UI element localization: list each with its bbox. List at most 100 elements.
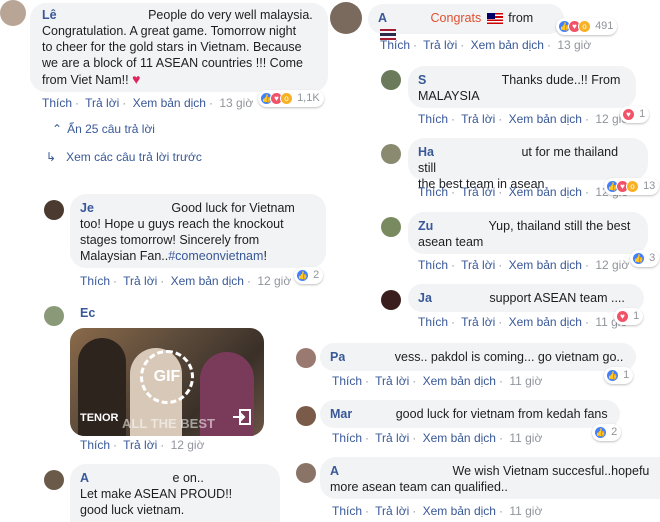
avatar[interactable] — [381, 290, 401, 310]
reply-author[interactable]: Ja — [418, 291, 432, 305]
previous-replies-link[interactable]: ↳ Xem các câu trả lời trước — [46, 150, 202, 164]
translate-link[interactable]: Xem bản dịch — [171, 274, 244, 288]
avatar[interactable] — [296, 406, 316, 426]
reply-bubble: A. We wish Vietnam succesful..hopefu mor… — [320, 457, 660, 499]
timestamp[interactable]: 13 giờ — [557, 38, 591, 52]
reply-link[interactable]: Trả lời — [461, 258, 495, 272]
reply-author[interactable]: Zu — [418, 219, 433, 233]
timestamp[interactable]: 12 giờ — [257, 274, 291, 288]
reply-author[interactable]: S — [418, 73, 426, 87]
reply-link[interactable]: Trả lời — [123, 274, 157, 288]
reaction-summary[interactable]: 👍 ♥ o 13 — [604, 178, 660, 195]
like-link[interactable]: Thích — [418, 315, 448, 329]
comment-text: Congratulation. A great game. Tomorrow n… — [42, 24, 297, 38]
like-link[interactable]: Thích — [418, 185, 448, 199]
comment-author[interactable]: Lê — [42, 8, 57, 22]
comment-actions: Thích · Trả lời · Xem bản dịch · 13 giờ — [380, 38, 592, 52]
like-link[interactable]: Thích — [418, 258, 448, 272]
like-link[interactable]: Thích — [332, 504, 362, 518]
hashtag-link[interactable]: #comeonvietnam — [168, 249, 263, 263]
haha-reaction-icon: o — [578, 19, 591, 33]
like-link[interactable]: Thích — [80, 438, 110, 452]
avatar[interactable] — [381, 217, 401, 237]
avatar[interactable] — [44, 306, 64, 326]
reply-author[interactable]: Je — [80, 201, 94, 215]
reaction-summary[interactable]: 👍 1 — [604, 367, 634, 384]
comment-text: to cheer for the gold stars in Vietnam. … — [42, 40, 302, 54]
reaction-summary[interactable]: 👍 2 — [592, 424, 622, 441]
avatar[interactable] — [381, 70, 401, 90]
reaction-summary[interactable]: ♥ 1 — [614, 308, 644, 325]
reply-author[interactable]: Ec — [80, 306, 95, 320]
translate-link[interactable]: Xem bản dịch — [423, 374, 496, 388]
comment-text: from Viet Nam!! — [42, 73, 129, 87]
avatar[interactable] — [0, 0, 26, 26]
translate-link[interactable]: Xem bản dịch — [509, 258, 582, 272]
like-link[interactable]: Thích — [42, 96, 72, 110]
reply-author[interactable]: A — [330, 464, 339, 478]
reply-link[interactable]: Trả lời — [461, 112, 495, 126]
reply-link[interactable]: Trả lời — [85, 96, 119, 110]
reply-link[interactable]: Trả lời — [375, 431, 409, 445]
reply-arrow-icon: ↳ — [46, 150, 57, 164]
translate-link[interactable]: Xem bản dịch — [509, 315, 582, 329]
gif-attachment[interactable]: GIF ALL THE BEST TENOR — [70, 328, 264, 436]
timestamp[interactable]: 12 giờ — [595, 258, 629, 272]
translate-link[interactable]: Xem bản dịch — [133, 96, 206, 110]
reply-author[interactable]: Mar — [330, 407, 352, 421]
reply-text: Let make ASEAN PROUD!! — [80, 487, 233, 501]
reply-author[interactable]: Pa — [330, 350, 345, 364]
like-link[interactable]: Thích — [80, 274, 110, 288]
like-link[interactable]: Thích — [332, 431, 362, 445]
reply-text: stages tomorrow! Sincerely from — [80, 233, 260, 247]
reply-author[interactable]: Ha — [418, 145, 434, 159]
reaction-summary[interactable]: 👍 2 — [294, 267, 324, 284]
translate-link[interactable]: Xem bản dịch — [509, 185, 582, 199]
timestamp[interactable]: 11 giờ — [509, 431, 542, 445]
avatar[interactable] — [44, 470, 64, 490]
reply-actions: Thích · Trả lời · 12 giờ — [80, 438, 205, 452]
translate-link[interactable]: Xem bản dịch — [471, 38, 544, 52]
timestamp[interactable]: 11 giờ — [509, 504, 542, 518]
reaction-count: 3 — [649, 252, 656, 264]
like-link[interactable]: Thích — [332, 374, 362, 388]
reaction-summary[interactable]: 👍 ♥ o 491 — [556, 18, 618, 35]
gif-label: GIF — [153, 368, 181, 385]
reaction-summary[interactable]: 👍 3 — [630, 250, 660, 267]
reply-link[interactable]: Trả lời — [375, 374, 409, 388]
comment-author[interactable]: A — [378, 11, 387, 25]
translate-link[interactable]: Xem bản dịch — [423, 431, 496, 445]
avatar[interactable] — [44, 200, 64, 220]
reaction-summary[interactable]: 👍 ♥ o 1,1K — [258, 90, 324, 107]
comment-bubble: A. Congrats from — [368, 4, 564, 41]
translate-link[interactable]: Xem bản dịch — [509, 112, 582, 126]
reply-author[interactable]: A — [80, 471, 89, 485]
reply-link[interactable]: Trả lời — [423, 38, 457, 52]
reply-text: ! — [263, 249, 267, 263]
reply-link[interactable]: Trả lời — [461, 185, 495, 199]
avatar[interactable] — [296, 463, 316, 483]
reaction-count: 1 — [633, 310, 640, 322]
avatar[interactable] — [330, 2, 362, 34]
avatar[interactable] — [296, 348, 316, 368]
reply-link[interactable]: Trả lời — [461, 315, 495, 329]
comment-text: People do very well malaysia. — [148, 8, 313, 22]
hide-replies-link[interactable]: ⌃ Ẩn 25 câu trả lời — [52, 122, 155, 136]
reaction-count: 13 — [643, 180, 656, 192]
wow-reaction-icon: o — [280, 91, 293, 105]
timestamp[interactable]: 11 giờ — [509, 374, 542, 388]
reply-link[interactable]: Trả lời — [375, 504, 409, 518]
like-link[interactable]: Thích — [418, 112, 448, 126]
reaction-summary[interactable]: ♥ 1 — [620, 106, 650, 123]
translate-link[interactable]: Xem bản dịch — [423, 504, 496, 518]
reply-link[interactable]: Trả lời — [123, 438, 157, 452]
reaction-count: 2 — [611, 426, 618, 438]
love-reaction-icon: ♥ — [622, 107, 635, 121]
love-reaction-icon: ♥ — [616, 309, 629, 323]
reply-bubble: Ha. ut for me thailand still the best te… — [408, 138, 648, 191]
open-external-icon[interactable] — [232, 408, 252, 426]
timestamp[interactable]: 12 giờ — [171, 438, 205, 452]
like-link[interactable]: Thích — [380, 38, 410, 52]
timestamp[interactable]: 13 giờ — [219, 96, 253, 110]
avatar[interactable] — [381, 144, 401, 164]
